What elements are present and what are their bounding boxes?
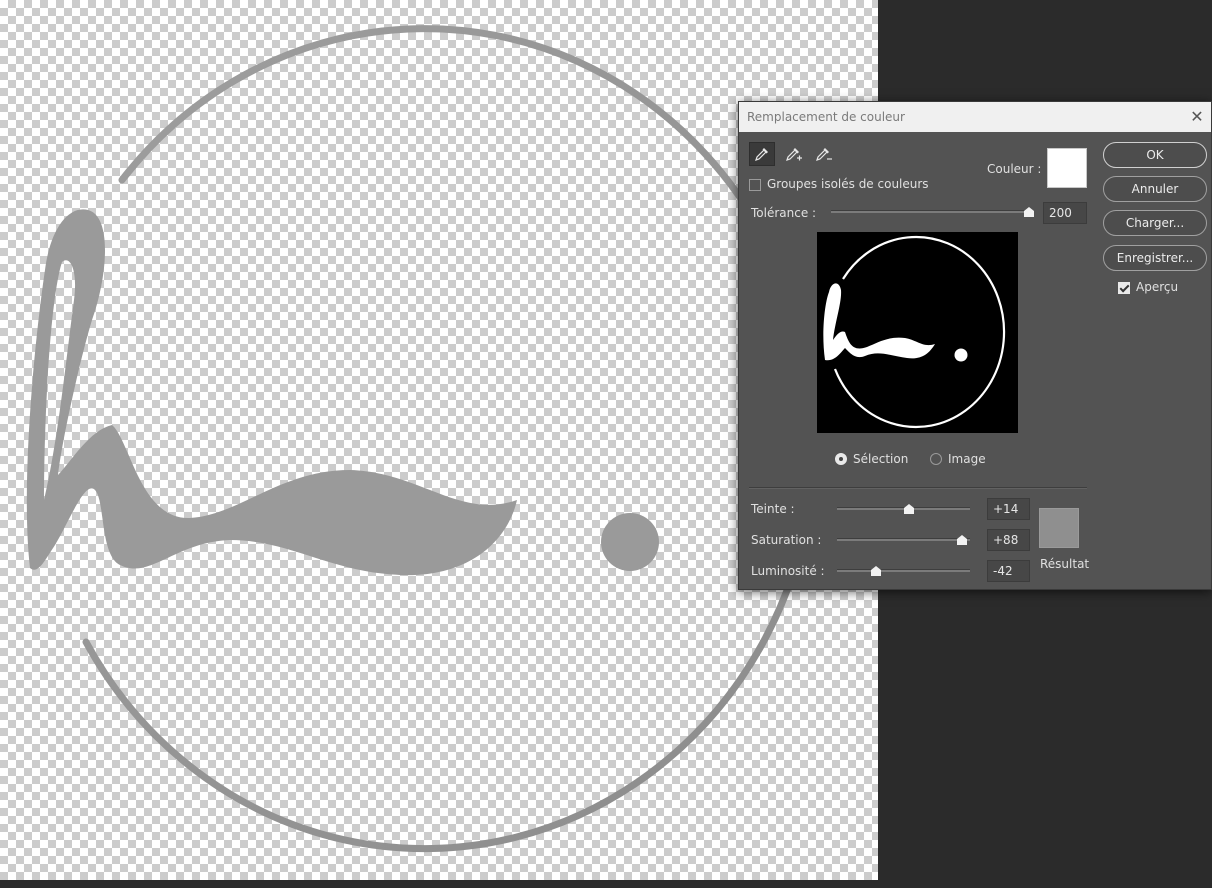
enregistrer-button[interactable]: Enregistrer... [1103,245,1207,271]
teinte-slider[interactable] [837,504,970,514]
luminosite-label: Luminosité : [751,564,825,578]
resultat-swatch[interactable] [1039,508,1079,548]
tolerance-slider-thumb[interactable] [1024,207,1034,217]
apercu-checkbox[interactable] [1118,282,1130,294]
eyedropper-plus-icon [786,148,802,161]
logo-letter [26,209,518,576]
ok-button[interactable]: OK [1103,142,1207,168]
couleur-swatch[interactable] [1047,148,1087,188]
add-to-sample-button[interactable] [781,142,807,166]
groupes-isoles-checkbox[interactable] [749,179,761,191]
logo-ring [82,25,819,853]
replace-color-dialog: Remplacement de couleur ✕ Couleur : Grou… [738,101,1212,590]
eyedropper-icon [755,148,768,161]
separator [749,487,1087,489]
dialog-title-bar[interactable]: Remplacement de couleur ✕ [739,102,1211,132]
resultat-label: Résultat [1040,557,1090,571]
eyedropper-minus-icon [816,148,832,161]
subtract-from-sample-button[interactable] [811,142,837,166]
luminosite-slider[interactable] [837,566,970,576]
teinte-label: Teinte : [751,502,795,516]
apercu-label: Aperçu [1136,280,1179,294]
teinte-slider-thumb[interactable] [903,504,914,514]
annuler-button[interactable]: Annuler [1103,176,1207,202]
saturation-slider[interactable] [837,535,970,545]
groupes-isoles-label: Groupes isolés de couleurs [767,177,929,191]
eyedropper-tool-button[interactable] [749,142,775,166]
close-icon[interactable]: ✕ [1187,107,1207,127]
image-radio-label: Image [948,452,986,466]
selection-radio[interactable] [835,453,847,465]
saturation-label: Saturation : [751,533,822,547]
luminosite-input[interactable]: -42 [987,560,1030,582]
preview-mask [823,235,1006,429]
logo-dot [601,513,659,571]
couleur-label: Couleur : [987,162,1042,176]
charger-button[interactable]: Charger... [1103,210,1207,236]
teinte-input[interactable]: +14 [987,498,1030,520]
saturation-input[interactable]: +88 [987,529,1030,551]
dialog-title: Remplacement de couleur [747,110,905,124]
selection-preview[interactable] [817,232,1018,433]
tolerance-slider[interactable] [831,207,1034,217]
selection-radio-label: Sélection [853,452,909,466]
image-radio[interactable] [930,453,942,465]
tolerance-input[interactable]: 200 [1043,202,1087,224]
tolerance-label: Tolérance : [751,206,817,220]
luminosite-slider-thumb[interactable] [870,566,881,576]
saturation-slider-thumb[interactable] [957,535,968,545]
